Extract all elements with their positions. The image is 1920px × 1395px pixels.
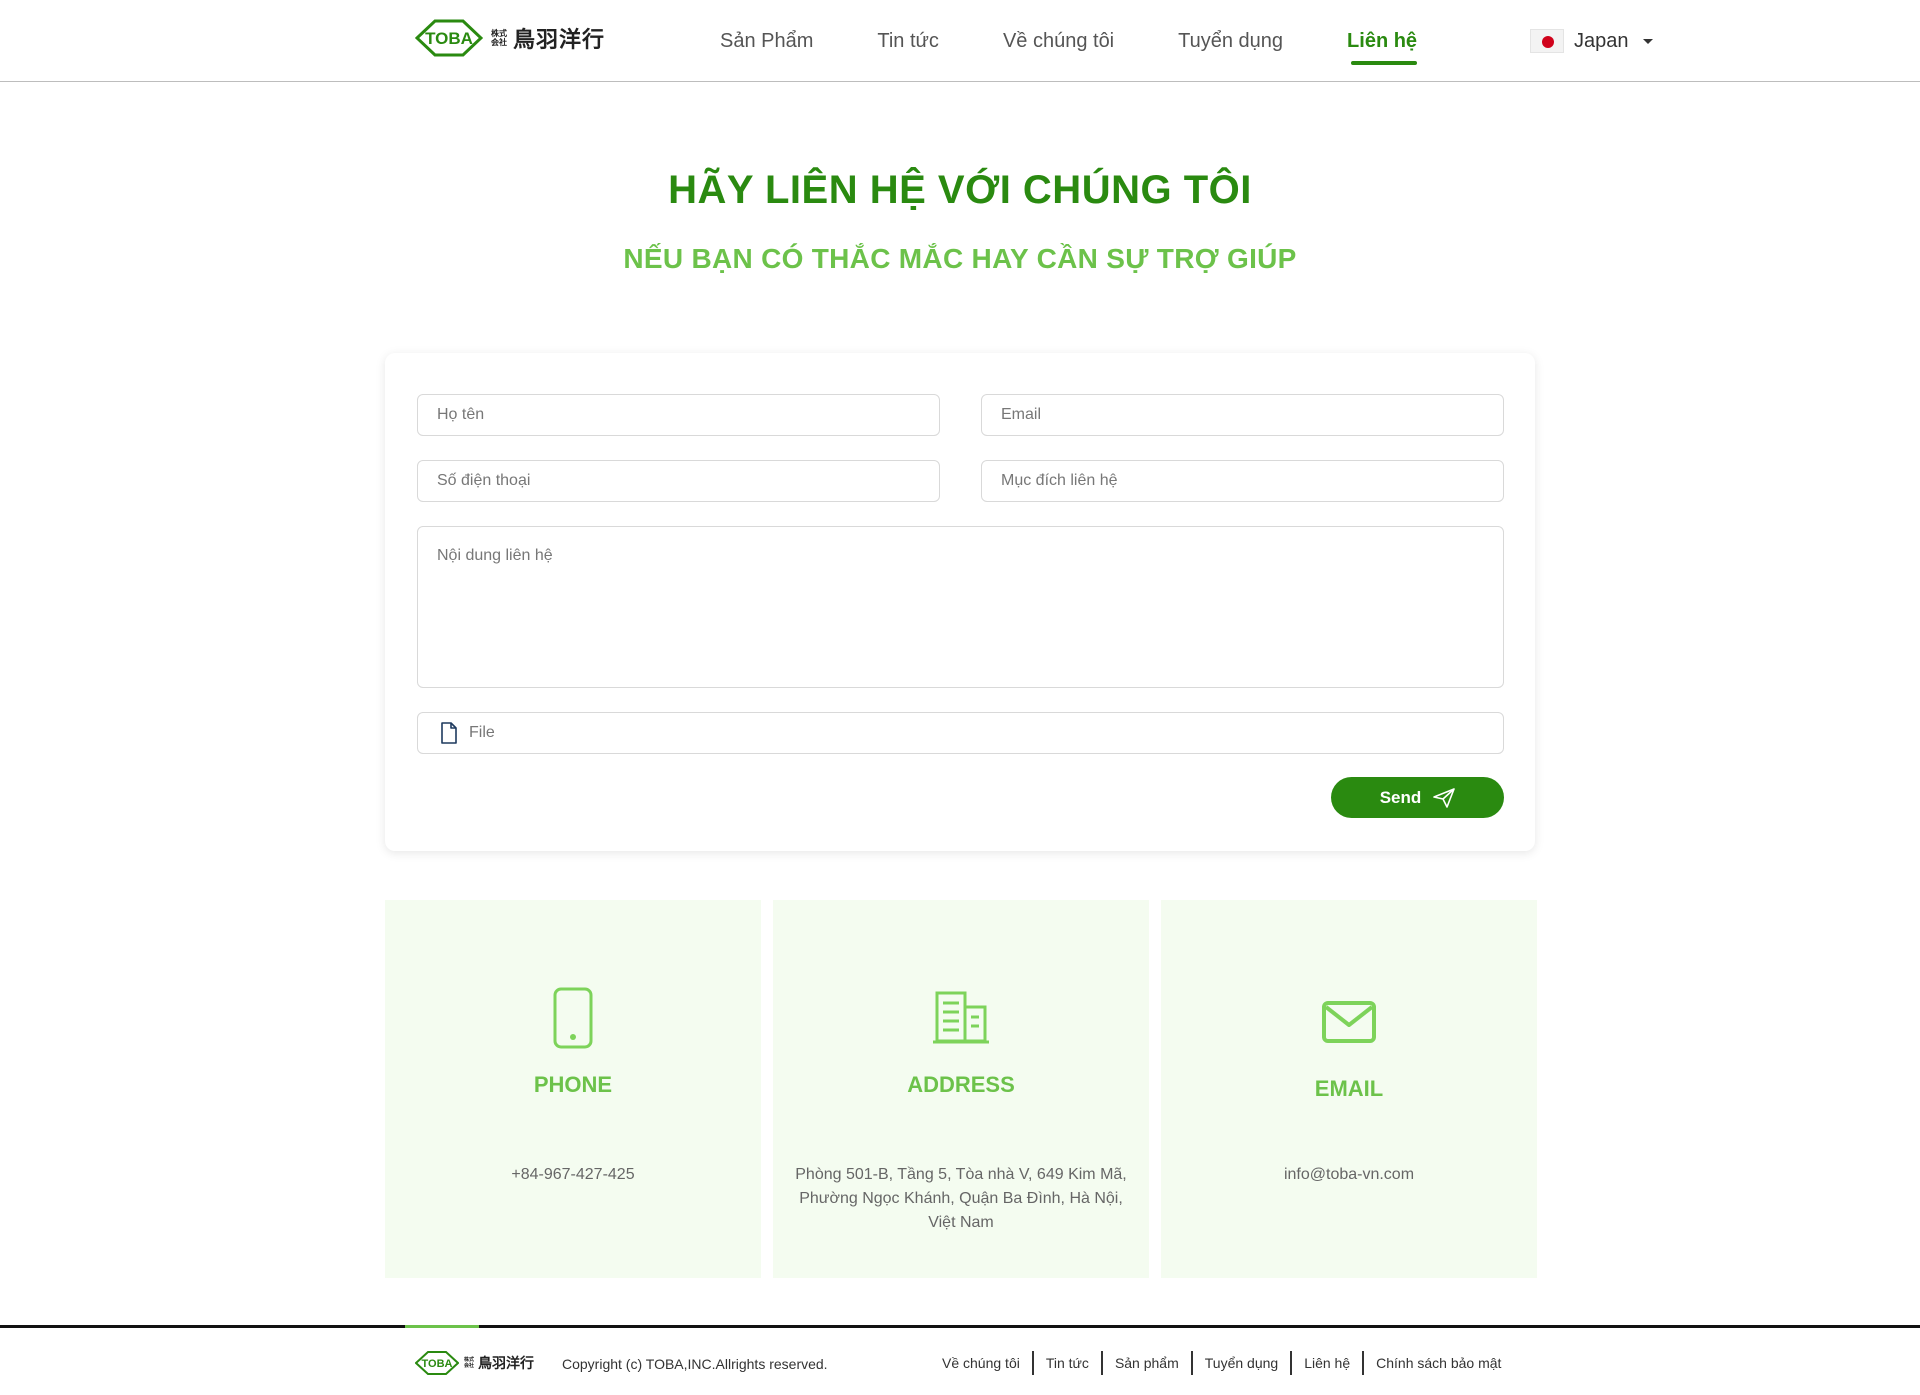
copyright-text: Copyright (c) TOBA,INC.Allrights reserve… — [562, 1356, 828, 1372]
email-title: EMAIL — [1314, 1076, 1384, 1101]
name-input[interactable]: Họ tên — [417, 394, 940, 436]
footer-logo[interactable]: TOBA 株式 会社 鳥羽洋行 — [415, 1350, 534, 1376]
page-title: HÃY LIÊN HỆ VỚI CHÚNG TÔI — [668, 168, 1252, 212]
nav-item-about[interactable]: Về chúng tôi — [1003, 0, 1114, 82]
nav-item-news[interactable]: Tin tức — [877, 0, 939, 82]
email-info-box: EMAIL info@toba-vn.com — [1161, 900, 1537, 1278]
svg-text:TOBA: TOBA — [425, 29, 473, 48]
content-textarea[interactable]: Nội dung liên hệ — [417, 526, 1504, 688]
nav-item-contact[interactable]: Liên hệ — [1347, 0, 1418, 82]
footer-link-privacy[interactable]: Chính sách bảo mật — [1364, 1351, 1513, 1375]
footer-link-news[interactable]: Tin tức — [1034, 1351, 1103, 1375]
footer-link-about[interactable]: Về chúng tôi — [930, 1351, 1034, 1375]
building-icon — [773, 990, 1149, 1044]
footer-link-recruitment[interactable]: Tuyển dụng — [1193, 1351, 1293, 1375]
email-text[interactable]: info@toba-vn.com — [1161, 1163, 1537, 1187]
send-button[interactable]: Send — [1331, 777, 1504, 818]
page-subtitle: NẾU BẠN CÓ THẮC MẮC HAY CẦN SỰ TRỢ GIÚP — [623, 243, 1297, 274]
japan-flag-icon — [1530, 29, 1564, 53]
phone-icon — [385, 987, 761, 1049]
send-label: Send — [1379, 787, 1422, 807]
phone-title: PHONE — [533, 1072, 613, 1097]
nav-item-products[interactable]: Sản Phẩm — [720, 0, 813, 82]
mail-icon — [1161, 1000, 1537, 1044]
address-title: ADDRESS — [907, 1072, 1015, 1097]
language-selector[interactable]: Japan — [1530, 24, 1653, 58]
footer-link-products[interactable]: Sản phẩm — [1103, 1351, 1193, 1375]
footer-links: Về chúng tôi Tin tức Sản phẩm Tuyển dụng… — [930, 1348, 1513, 1378]
address-info-box: ADDRESS Phòng 501-B, Tầng 5, Tòa nhà V, … — [773, 900, 1149, 1278]
svg-text:TOBA: TOBA — [422, 1358, 453, 1370]
site-header: TOBA 株式 会社 鳥羽洋行 Sản Phẩm Tin tức Về chún… — [0, 0, 1920, 82]
footer-logo-company-name: 鳥羽洋行 — [478, 1356, 535, 1372]
nav-item-recruitment[interactable]: Tuyển dụng — [1178, 0, 1283, 82]
footer-logo-kabu: 株式 会社 — [464, 1357, 475, 1369]
toba-logo-mark: TOBA — [415, 1351, 459, 1375]
language-label: Japan — [1574, 29, 1629, 52]
file-icon — [441, 722, 457, 744]
file-label: File — [469, 724, 495, 741]
send-icon — [1433, 787, 1456, 808]
email-input[interactable]: Email — [981, 394, 1504, 436]
address-text: Phòng 501-B, Tầng 5, Tòa nhà V, 649 Kim … — [795, 1166, 1127, 1231]
footer-link-contact[interactable]: Liên hệ — [1292, 1351, 1365, 1375]
logo[interactable]: TOBA 株式 会社 鳥羽洋行 — [415, 18, 605, 58]
phone-input[interactable]: Số điện thoại — [417, 460, 940, 502]
footer-accent-line — [405, 1325, 479, 1328]
phone-info-box: PHONE +84-967-427-425 — [385, 900, 761, 1278]
caret-down-icon — [1642, 38, 1653, 44]
contact-form-card: Họ tên Email Số điện thoại Mục đích liên… — [385, 353, 1535, 851]
phone-text[interactable]: +84-967-427-425 — [385, 1163, 761, 1187]
toba-logo-mark: TOBA — [415, 18, 483, 58]
site-footer: TOBA 株式 会社 鳥羽洋行 Copyright (c) TOBA,INC.A… — [0, 1325, 1920, 1395]
file-upload[interactable]: File — [417, 712, 1504, 754]
logo-kabu: 株式 会社 — [491, 29, 507, 47]
purpose-input[interactable]: Mục đích liên hệ — [981, 460, 1504, 502]
logo-company-name: 鳥羽洋行 — [513, 28, 606, 53]
main-nav: Sản Phẩm Tin tức Về chúng tôi Tuyển dụng… — [720, 0, 1481, 82]
